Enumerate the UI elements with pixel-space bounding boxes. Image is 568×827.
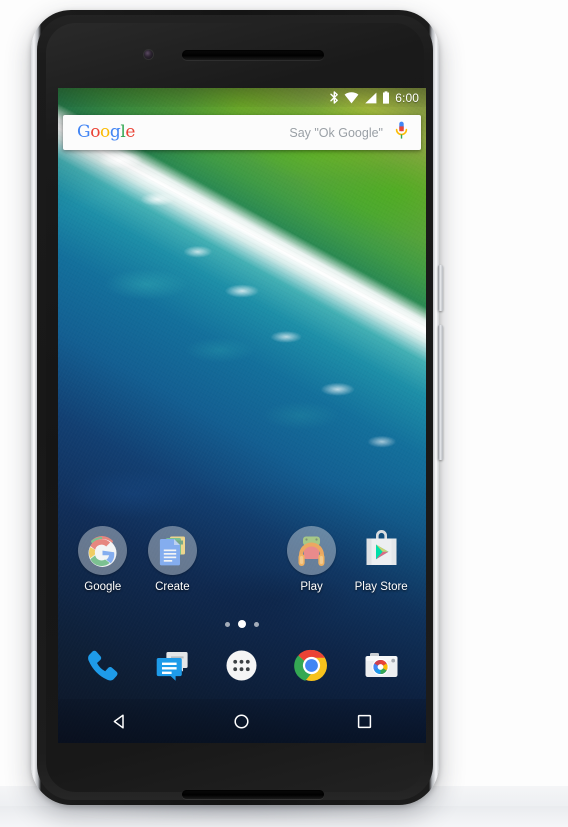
frame-highlight-left [33,70,35,690]
microphone-icon[interactable] [395,121,408,145]
home-circle-icon[interactable] [219,699,265,743]
app-label-create: Create [155,581,190,593]
status-bar: 6:00 [58,88,426,107]
page-indicator [58,620,426,628]
app-cell-play[interactable]: Play [277,526,347,593]
play-folder-icon[interactable] [287,526,337,575]
google-logo: Google [77,124,135,141]
google-logo-letter-o2: o [100,122,110,142]
earpiece-speaker [182,50,324,60]
app-cell-google[interactable]: Google [68,526,138,593]
cellular-signal-icon [364,92,377,104]
volume-rocker-button[interactable] [438,325,443,460]
navigation-bar [58,699,426,743]
dock-cell-phone[interactable] [68,643,138,688]
dock-cell-messenger[interactable] [138,643,208,688]
phone-device: 6:00 Google Say "Ok Google" Google Creat… [31,10,443,805]
frame-highlight-right [435,70,437,690]
app-drawer-icon[interactable] [219,643,264,688]
google-folder-icon[interactable] [78,526,128,575]
google-logo-letter-o1: o [90,122,101,142]
create-folder-icon[interactable] [147,526,197,575]
camera-icon[interactable] [359,643,404,688]
page-dot-1[interactable] [225,621,230,627]
dock-cell-camera[interactable] [346,643,416,688]
battery-icon [382,91,390,104]
play-store-icon[interactable] [357,526,406,575]
front-camera-icon [144,50,153,59]
dock [58,643,426,688]
bottom-speaker [182,790,324,799]
app-label-play: Play [300,581,323,593]
app-label-play-store: Play Store [354,581,408,593]
google-logo-letter-g2: g [109,122,121,142]
search-hint-text[interactable]: Say "Ok Google" [135,126,395,140]
dock-cell-chrome[interactable] [277,643,347,688]
app-cell-create[interactable]: Create [138,526,208,593]
app-label-google: Google [84,581,122,593]
back-triangle-icon[interactable] [96,699,142,743]
google-search-widget[interactable]: Google Say "Ok Google" [63,115,421,150]
phone-bezel: 6:00 Google Say "Ok Google" Google Creat… [37,15,433,800]
home-app-grid: Google Create Play Play Store [58,526,426,593]
page-dot-2-active[interactable] [238,620,246,628]
google-logo-letter-g: G [77,122,91,142]
phone-icon[interactable] [80,643,125,688]
phone-screen[interactable]: 6:00 Google Say "Ok Google" Google Creat… [58,88,426,743]
status-bar-clock: 6:00 [395,90,419,105]
recents-square-icon[interactable] [342,699,388,743]
wifi-icon [344,91,359,104]
folder-background [147,526,197,575]
page-dot-3[interactable] [254,621,259,627]
screenshot-stage: 6:00 Google Say "Ok Google" Google Creat… [0,0,568,827]
chrome-icon[interactable] [289,643,334,688]
folder-background [78,526,128,575]
dock-cell-app-drawer[interactable] [207,643,277,688]
folder-background [287,526,337,575]
app-cell-play-store[interactable]: Play Store [346,526,416,593]
power-button[interactable] [438,265,443,311]
messages-icon[interactable] [150,643,195,688]
google-logo-letter-e: e [125,122,136,142]
bluetooth-icon [330,91,339,104]
